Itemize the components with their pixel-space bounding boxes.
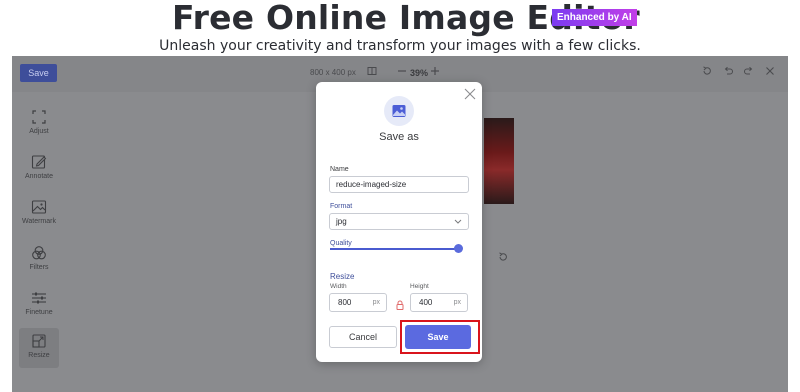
image-icon [31, 200, 47, 214]
height-unit: px [453, 299, 461, 306]
save-as-dialog: Save as Name reduce-imaged-size Format j… [316, 82, 482, 362]
tools-sidebar: Adjust Annotate Watermark Filters Finetu… [12, 92, 70, 392]
sidebar-item-label: Watermark [22, 218, 56, 225]
redo-icon[interactable] [744, 66, 754, 80]
undo-icon[interactable] [723, 66, 733, 80]
sidebar-item-label: Adjust [29, 128, 49, 135]
resize-label: Resize [330, 272, 355, 281]
height-input[interactable]: 400 px [410, 293, 468, 312]
sidebar-item-filters[interactable]: Filters [19, 240, 59, 280]
undo-all-icon[interactable] [702, 66, 712, 80]
width-unit: px [372, 299, 380, 306]
lock-icon[interactable] [396, 297, 404, 310]
quality-slider-track[interactable] [330, 248, 458, 250]
toolbar-save-button[interactable]: Save [20, 64, 57, 82]
format-value: jpg [336, 217, 347, 226]
sliders-icon [32, 292, 46, 304]
sidebar-item-resize[interactable]: Resize [19, 328, 59, 368]
height-label: Height [410, 283, 429, 290]
ai-badge: Enhanced by AI [552, 9, 637, 26]
sidebar-item-label: Finetune [25, 309, 53, 316]
compare-icon[interactable] [367, 66, 377, 80]
width-input[interactable]: 800 px [329, 293, 387, 312]
sidebar-item-label: Resize [28, 352, 50, 359]
close-icon[interactable] [765, 66, 775, 80]
hero-header: Free Online Image Editor Enhanced by AI [0, 0, 800, 38]
sidebar-item-watermark[interactable]: Watermark [19, 194, 59, 234]
filename-input[interactable]: reduce-imaged-size [329, 176, 469, 193]
zoom-level: 39% [410, 68, 429, 78]
sidebar-item-label: Filters [29, 264, 49, 271]
crop-icon [32, 110, 46, 124]
canvas-image [484, 118, 514, 204]
cancel-button[interactable]: Cancel [329, 326, 397, 348]
page-subtitle: Unleash your creativity and transform yo… [159, 38, 641, 54]
sidebar-item-label: Annotate [24, 173, 54, 180]
sidebar-item-annotate[interactable]: Annotate [19, 149, 59, 189]
save-button[interactable]: Save [405, 325, 471, 349]
chevron-down-icon [454, 214, 462, 234]
sidebar-item-adjust[interactable]: Adjust [19, 104, 59, 144]
save-button-highlight: Save [400, 320, 480, 354]
image-icon [384, 96, 414, 126]
close-icon[interactable] [464, 87, 476, 100]
quality-slider-fill [330, 248, 458, 250]
dialog-title: Save as [379, 131, 419, 143]
format-label: Format [330, 203, 353, 210]
minus-icon[interactable] [398, 66, 406, 80]
height-value: 400 [419, 298, 433, 307]
quality-slider-thumb[interactable] [453, 244, 463, 253]
filters-icon [32, 246, 46, 260]
format-select[interactable]: jpg [329, 213, 469, 230]
plus-icon[interactable] [431, 66, 439, 80]
name-label: Name [330, 166, 349, 173]
quality-label: Quality [330, 240, 352, 247]
reset-size-icon[interactable] [498, 252, 508, 265]
pen-icon [31, 155, 47, 169]
resize-icon [32, 334, 46, 348]
image-dimensions: 800 x 400 px [310, 68, 356, 77]
width-label: Width [330, 283, 347, 290]
width-value: 800 [338, 298, 352, 307]
sidebar-item-finetune[interactable]: Finetune [19, 285, 59, 325]
